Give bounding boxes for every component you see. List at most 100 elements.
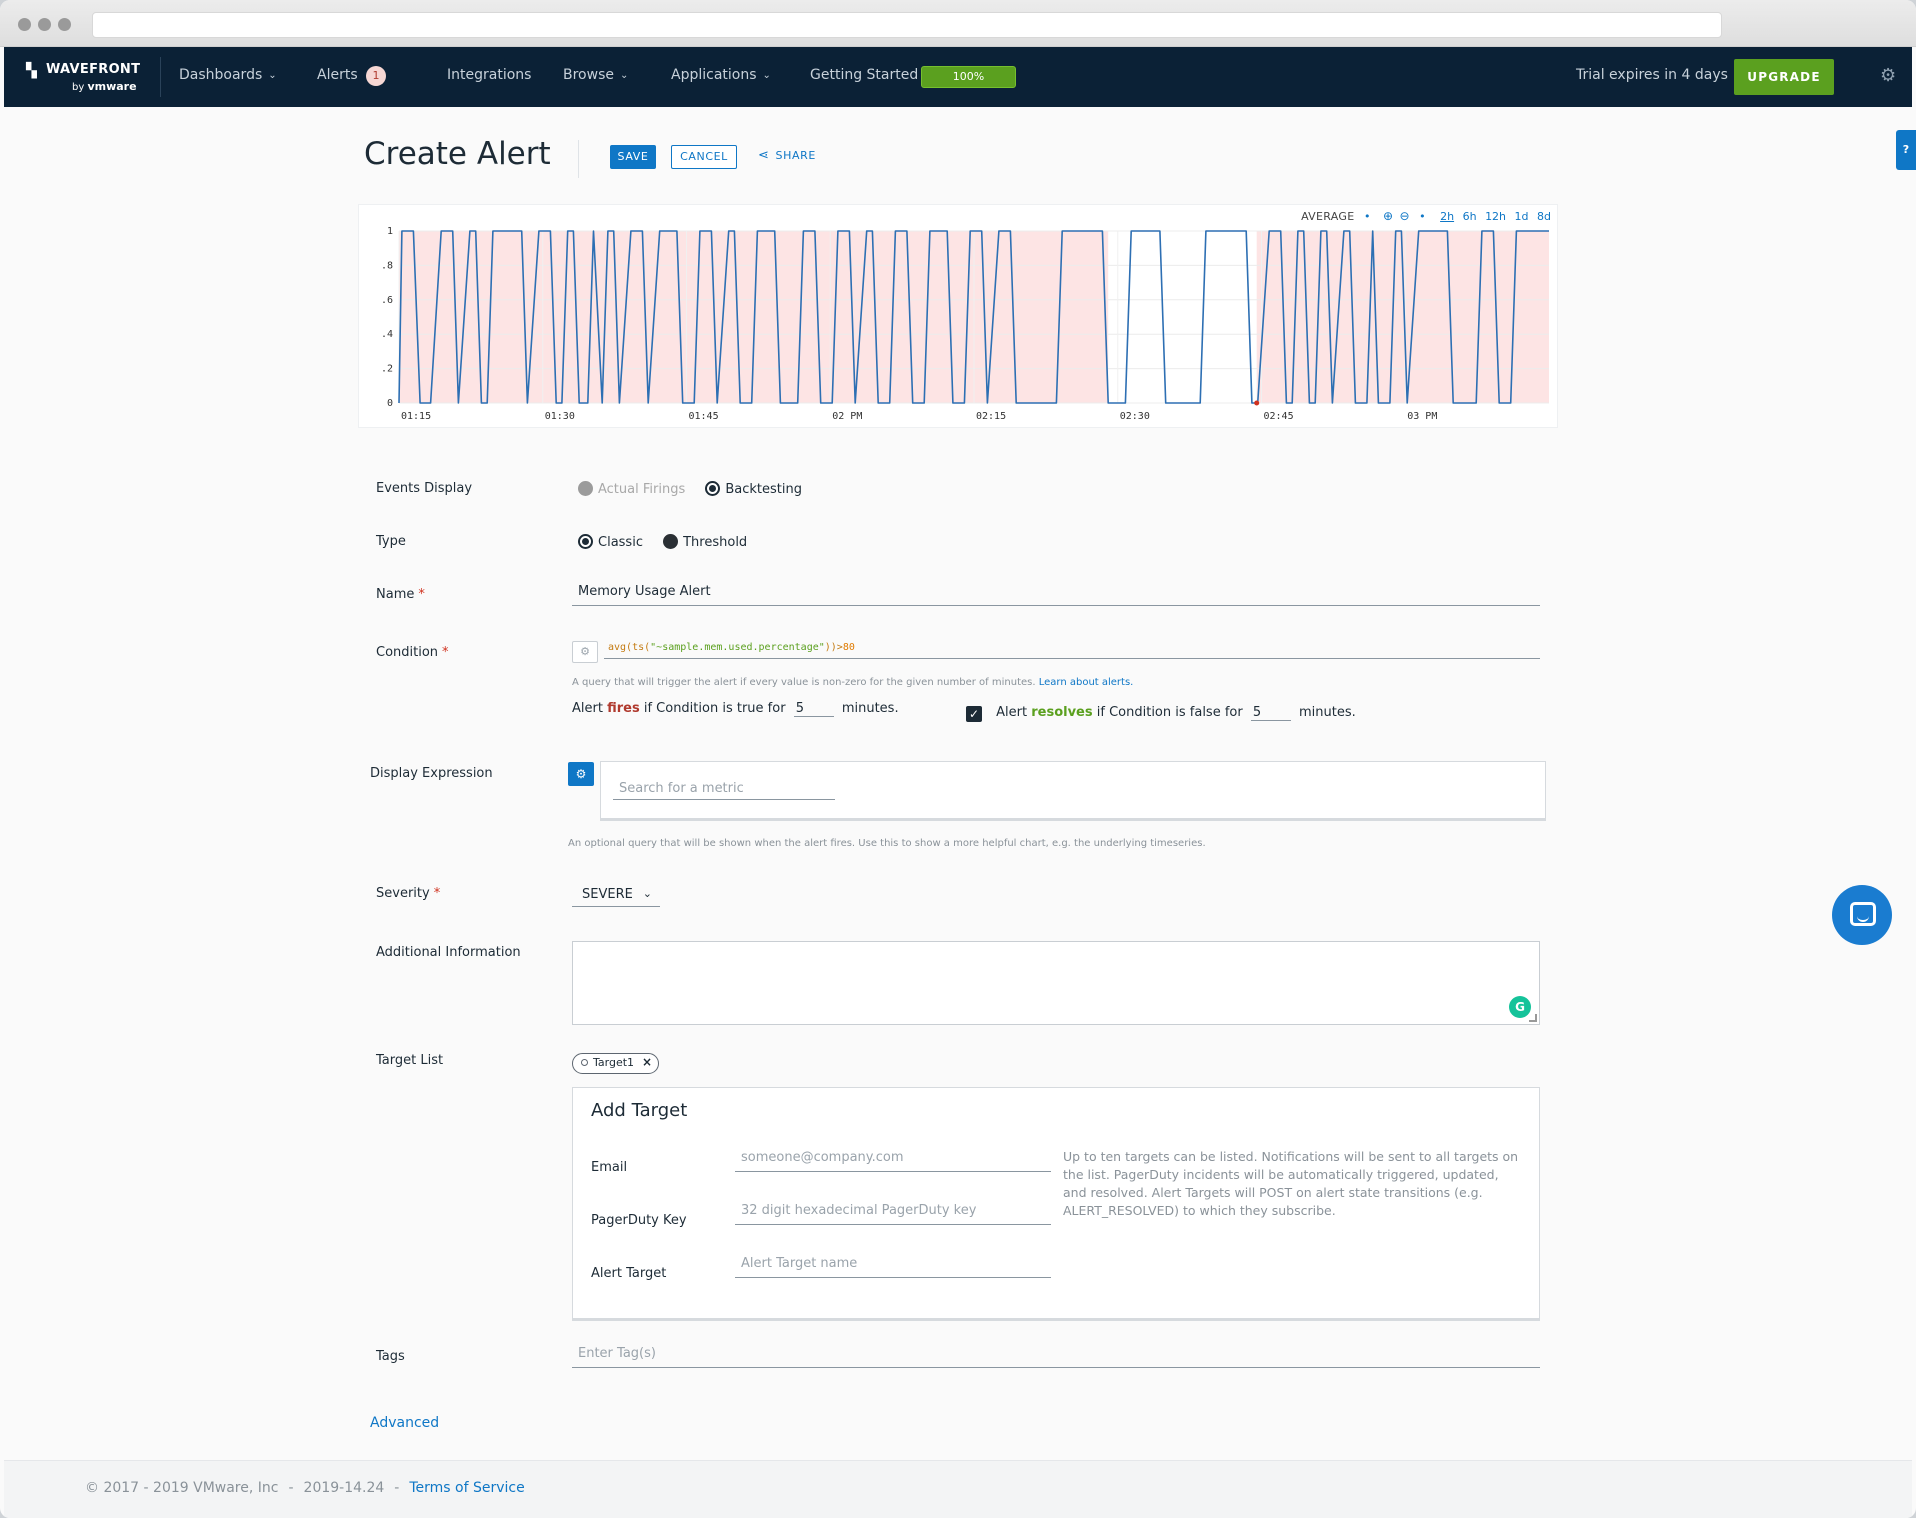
nav-getting-started-label: Getting Started xyxy=(810,67,919,83)
events-actual-firings-option[interactable]: Actual Firings xyxy=(578,481,686,497)
events-actual-label: Actual Firings xyxy=(598,482,686,497)
resize-handle-icon[interactable] xyxy=(1529,1014,1537,1022)
zoom-out-icon[interactable]: ⊖ xyxy=(1400,209,1410,223)
x-tick-label: 03 PM xyxy=(1407,411,1437,422)
nav-divider xyxy=(160,57,161,97)
fires-prefix: Alert xyxy=(572,701,603,716)
x-tick-label: 01:45 xyxy=(689,411,719,422)
alert-chart: 0 .2 .4 .6 .8 1 01:15 01:30 01:45 02 PM 02:15 02:30… xyxy=(358,204,1558,428)
nav-getting-started[interactable]: Getting Started xyxy=(810,67,918,83)
aggregation-label[interactable]: AVERAGE xyxy=(1301,210,1354,223)
name-input[interactable]: Memory Usage Alert xyxy=(572,580,1540,606)
help-tab[interactable]: ? xyxy=(1896,130,1916,170)
range-1d[interactable]: 1d xyxy=(1515,210,1529,223)
nav-browse[interactable]: Browse ⌄ xyxy=(563,67,628,83)
save-button[interactable]: SAVE xyxy=(610,145,656,169)
zoom-in-icon[interactable]: ⊕ xyxy=(1383,209,1393,223)
chat-launcher-button[interactable] xyxy=(1832,885,1892,945)
radio-selected-icon xyxy=(705,481,721,496)
resolves-checkbox[interactable]: ✓ xyxy=(966,706,982,722)
severity-select[interactable]: SEVERE ⌄ xyxy=(572,883,660,907)
toolbar-separator: • xyxy=(1419,210,1426,223)
grammarly-icon[interactable]: G xyxy=(1509,996,1531,1018)
tags-label: Tags xyxy=(376,1349,405,1364)
target-chip[interactable]: Target1 × xyxy=(572,1053,659,1074)
share-label: SHARE xyxy=(775,149,816,162)
condition-label-text: Condition xyxy=(376,645,439,660)
nav-alerts-label: Alerts xyxy=(317,67,358,83)
condition-query-input[interactable]: avg(ts("~sample.mem.used.percentage"))>8… xyxy=(604,637,1540,659)
resolves-minutes-input[interactable]: 5 xyxy=(1250,705,1291,721)
resolves-rule: ✓ Alert resolves if Condition is false f… xyxy=(966,705,1356,722)
learn-about-alerts-link[interactable]: Learn about alerts. xyxy=(1039,677,1134,688)
wavefront-logo[interactable]: ▚ WAVEFRONT by vmware xyxy=(26,61,156,95)
range-8d[interactable]: 8d xyxy=(1537,210,1551,223)
x-tick-label: 01:30 xyxy=(545,411,575,422)
page-title: Create Alert xyxy=(364,136,551,172)
pagerduty-label: PagerDuty Key xyxy=(591,1213,687,1228)
type-classic-option[interactable]: Classic xyxy=(578,534,643,550)
alert-target-input[interactable]: Alert Target name xyxy=(735,1252,1051,1278)
tags-input[interactable]: Enter Tag(s) xyxy=(572,1342,1540,1368)
resolves-word: resolves xyxy=(1031,705,1093,720)
cancel-button[interactable]: CANCEL xyxy=(671,145,737,169)
share-button[interactable]: ⋖ SHARE xyxy=(758,148,816,163)
range-12h[interactable]: 12h xyxy=(1485,210,1506,223)
nav-applications[interactable]: Applications ⌄ xyxy=(671,67,771,83)
fires-rule: Alert fires if Condition is true for 5 m… xyxy=(572,701,899,717)
nav-dashboards[interactable]: Dashboards ⌄ xyxy=(179,67,277,83)
window-maximize-dot[interactable] xyxy=(58,18,71,31)
nav-dashboards-label: Dashboards xyxy=(179,67,263,83)
wavefront-logo-icon: ▚ xyxy=(26,63,37,79)
chevron-down-icon: ⌄ xyxy=(762,70,771,81)
type-threshold-label: Threshold xyxy=(683,535,748,550)
nav-alerts[interactable]: Alerts xyxy=(317,67,358,83)
footer-text: © 2017 - 2019 VMware, Inc -2019-14.24- Ter… xyxy=(85,1480,525,1496)
display-metric-search-input[interactable]: Search for a metric xyxy=(613,776,835,800)
y-tick-label: .6 xyxy=(381,295,393,306)
window-minimize-dot[interactable] xyxy=(38,18,51,31)
getting-started-progress[interactable]: 100% xyxy=(921,66,1016,88)
y-tick-label: .2 xyxy=(381,364,393,375)
y-tick-label: 0 xyxy=(387,398,393,409)
version-text: 2019-14.24 xyxy=(303,1480,385,1496)
type-threshold-option[interactable]: Threshold xyxy=(663,534,748,550)
radio-unselected-icon xyxy=(663,534,679,549)
pagerduty-key-input[interactable]: 32 digit hexadecimal PagerDuty key xyxy=(735,1199,1051,1225)
gear-icon[interactable]: ⚙ xyxy=(1880,65,1896,86)
events-backtesting-label: Backtesting xyxy=(725,482,803,497)
events-backtesting-option[interactable]: Backtesting xyxy=(705,481,803,497)
range-6h[interactable]: 6h xyxy=(1463,210,1477,223)
query-builder-icon[interactable]: ⚙ xyxy=(572,641,598,663)
target-help-note: Up to ten targets can be listed. Notific… xyxy=(1063,1149,1519,1218)
email-input[interactable]: someone@company.com xyxy=(735,1146,1051,1172)
chevron-down-icon: ⌄ xyxy=(642,887,652,900)
query-threshold: 80 xyxy=(842,642,855,653)
window-close-dot[interactable] xyxy=(18,18,31,31)
alerts-count-badge[interactable]: 1 xyxy=(366,66,386,86)
target-list-label: Target List xyxy=(376,1053,444,1068)
address-bar[interactable] xyxy=(92,12,1722,38)
additional-info-textarea[interactable]: G xyxy=(572,941,1540,1025)
name-label: Name * xyxy=(376,587,425,602)
terms-of-service-link[interactable]: Terms of Service xyxy=(409,1480,524,1496)
remove-target-icon[interactable]: × xyxy=(642,1055,652,1069)
events-display-options: Actual Firings Backtesting xyxy=(578,481,818,497)
fires-minutes-input[interactable]: 5 xyxy=(793,701,834,717)
display-query-builder-icon[interactable]: ⚙ xyxy=(568,762,594,786)
fires-suffix: minutes. xyxy=(841,701,899,716)
query-function-close: ))> xyxy=(824,642,843,653)
upgrade-button[interactable]: UPGRADE xyxy=(1734,59,1834,95)
alert-target-label: Alert Target xyxy=(591,1266,667,1281)
add-target-title: Add Target xyxy=(591,1100,688,1121)
severity-label: Severity * xyxy=(376,886,440,901)
brand-sub-name: vmware xyxy=(87,80,137,93)
chevron-down-icon: ⌄ xyxy=(268,70,277,81)
range-2h[interactable]: 2h xyxy=(1440,210,1454,223)
resolves-middle: if Condition is false for xyxy=(1096,705,1243,720)
advanced-link[interactable]: Advanced xyxy=(370,1415,439,1431)
email-label: Email xyxy=(591,1160,628,1175)
toolbar-separator: • xyxy=(1363,210,1371,223)
nav-integrations[interactable]: Integrations xyxy=(447,67,531,83)
title-separator xyxy=(578,140,579,178)
